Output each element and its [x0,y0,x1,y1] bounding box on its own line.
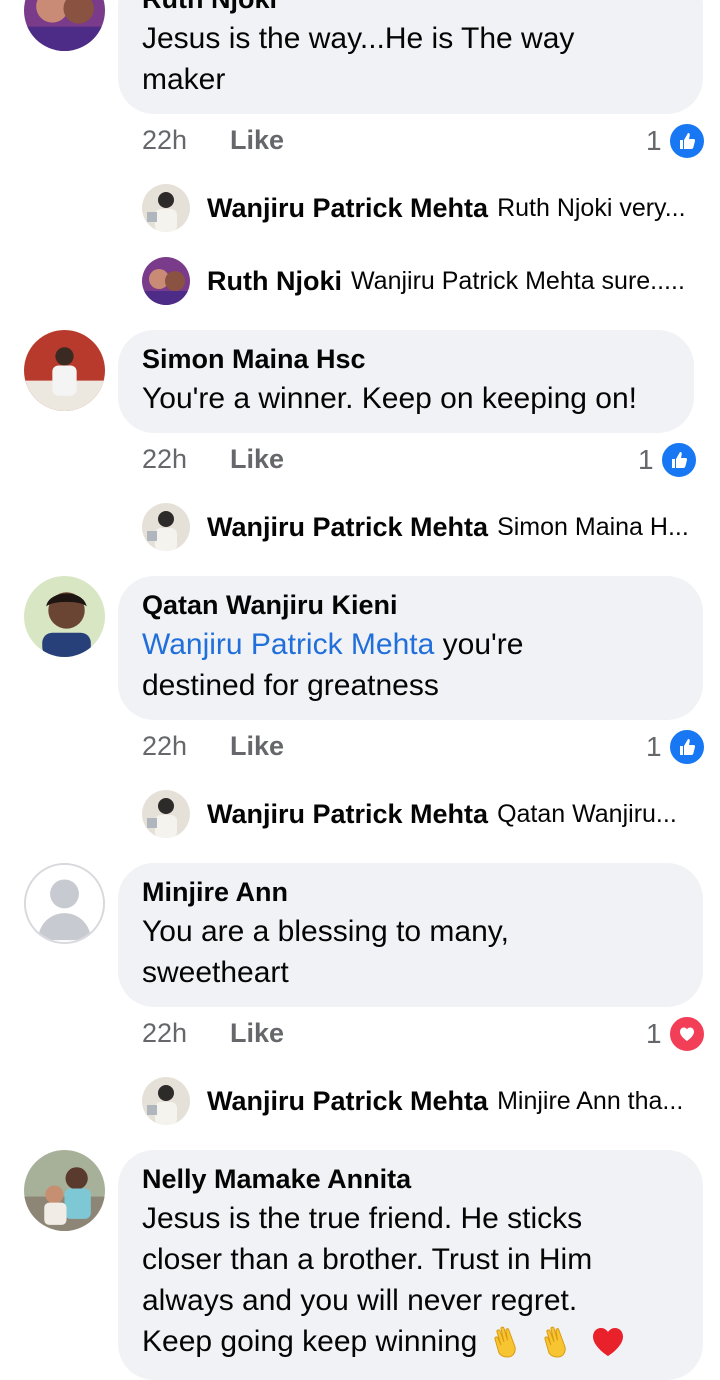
like-button[interactable]: Like [230,444,284,475]
comment-meta: 22h Like [142,125,702,161]
like-icon [667,728,706,766]
reaction-summary[interactable]: 1 [646,122,706,160]
like-button[interactable]: Like [230,125,284,156]
love-icon [667,1015,706,1053]
reaction-count: 1 [646,125,662,156]
reply-preview[interactable]: Ruth Njoki very... [497,194,685,223]
reaction-summary[interactable]: 1 [638,441,698,479]
reaction-count: 1 [638,444,654,475]
red-heart-icon [589,1323,627,1361]
comment-author[interactable]: Nelly Mamake Annita [142,1163,677,1195]
clapping-hands-icon [489,1323,527,1361]
reply-row[interactable]: Wanjiru Patrick Mehta Qatan Wanjiru... [142,790,677,838]
reply-preview[interactable]: Simon Maina H... [497,513,689,542]
commenter-avatar[interactable] [24,863,105,944]
reply-row[interactable]: Wanjiru Patrick Mehta Minjire Ann tha... [142,1077,683,1125]
comment-timestamp[interactable]: 22h [142,125,187,156]
comment-bubble[interactable]: Nelly Mamake Annita Jesus is the true fr… [118,1150,703,1380]
like-icon [667,122,706,160]
comment-author[interactable]: Simon Maina Hsc [142,343,668,375]
comment-bubble[interactable]: Ruth Njoki Jesus is the way...He is The … [118,0,703,114]
reply-author[interactable]: Ruth Njoki [207,266,342,297]
comment-text-line: always and you will never regret. [142,1284,578,1317]
reaction-summary[interactable]: 1 [646,1015,706,1053]
comment-author[interactable]: Minjire Ann [142,876,677,908]
comment-text-segment: you're [434,628,524,661]
commenter-avatar[interactable] [24,330,105,411]
comment-timestamp[interactable]: 22h [142,1018,187,1049]
comment-text-line: Wanjiru Patrick Mehta you're [142,624,677,665]
reaction-summary[interactable]: 1 [646,728,706,766]
comment-text-line: destined for greatness [142,669,439,702]
comment-text-line: sweetheart [142,956,289,989]
comment-text-line: You're a winner. Keep on keeping on! [142,382,637,415]
reaction-count: 1 [646,1018,662,1049]
like-button[interactable]: Like [230,1018,284,1049]
comment-text-line: You are a blessing to many, [142,915,509,948]
comment-meta: 22h Like [142,1018,702,1054]
reply-avatar[interactable] [142,257,190,305]
comment-bubble[interactable]: Simon Maina Hsc You're a winner. Keep on… [118,330,694,433]
reply-avatar[interactable] [142,184,190,232]
comment-bubble[interactable]: Minjire Ann You are a blessing to many, … [118,863,703,1007]
comment-timestamp[interactable]: 22h [142,444,187,475]
reply-row[interactable]: Wanjiru Patrick Mehta Simon Maina H... [142,503,689,551]
reaction-count: 1 [646,731,662,762]
reply-preview[interactable]: Qatan Wanjiru... [497,800,677,829]
comment-text-line: closer than a brother. Trust in Him [142,1243,593,1276]
reply-avatar[interactable] [142,790,190,838]
reply-avatar[interactable] [142,503,190,551]
reply-row[interactable]: Ruth Njoki Wanjiru Patrick Mehta sure...… [142,257,685,305]
reply-author[interactable]: Wanjiru Patrick Mehta [207,1086,488,1117]
comment-text-line: Jesus is the way...He is The way [142,22,575,55]
reply-row[interactable]: Wanjiru Patrick Mehta Ruth Njoki very... [142,184,686,232]
clapping-hands-icon [539,1323,577,1361]
comment-timestamp[interactable]: 22h [142,731,187,762]
reply-author[interactable]: Wanjiru Patrick Mehta [207,512,488,543]
comment-author[interactable]: Ruth Njoki [142,0,677,15]
comment-meta: 22h Like [142,731,702,767]
reply-avatar[interactable] [142,1077,190,1125]
comment-text-line: Jesus is the true friend. He sticks [142,1202,583,1235]
reply-author[interactable]: Wanjiru Patrick Mehta [207,799,488,830]
commenter-avatar[interactable] [24,576,105,657]
reply-preview[interactable]: Wanjiru Patrick Mehta sure..... [351,267,685,296]
commenter-avatar[interactable] [24,1150,105,1231]
like-button[interactable]: Like [230,731,284,762]
commenter-avatar[interactable] [24,0,105,51]
comment-meta: 22h Like [142,444,662,480]
comment-author[interactable]: Qatan Wanjiru Kieni [142,589,677,621]
comment-bubble[interactable]: Qatan Wanjiru Kieni Wanjiru Patrick Meht… [118,576,703,720]
reply-preview[interactable]: Minjire Ann tha... [497,1087,683,1116]
like-icon [659,441,698,479]
reply-author[interactable]: Wanjiru Patrick Mehta [207,193,488,224]
mention-link[interactable]: Wanjiru Patrick Mehta [142,628,434,661]
comment-text-line: maker [142,63,226,96]
